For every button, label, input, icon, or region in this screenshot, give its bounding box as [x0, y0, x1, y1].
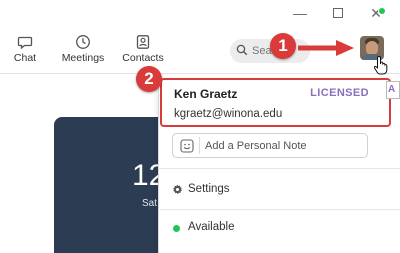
user-name: Ken Graetz [174, 87, 238, 101]
menu-divider-2 [158, 209, 400, 210]
status-label: Available [188, 221, 235, 233]
callout-arrow-icon [298, 40, 354, 56]
available-status-icon [173, 225, 180, 232]
presence-status-dot [378, 7, 386, 15]
meetings-tab[interactable]: Meetings [55, 34, 111, 64]
gear-icon [173, 184, 182, 195]
personal-note-field[interactable] [172, 133, 368, 158]
avatar-face [366, 41, 378, 55]
meetings-label: Meetings [61, 52, 105, 64]
search-icon [236, 44, 248, 56]
contacts-icon [136, 35, 150, 49]
license-badge: LICENSED [310, 87, 369, 99]
minimize-button[interactable]: — [290, 4, 310, 22]
emoji-icon[interactable] [180, 139, 194, 153]
settings-label: Settings [188, 183, 230, 195]
settings-menu-item[interactable]: Settings [158, 176, 400, 204]
window-titlebar: — ✕ [0, 0, 400, 28]
status-menu-item[interactable]: Available [158, 214, 400, 242]
callout-step-1: 1 [270, 33, 296, 59]
home-clock-card: 12 Sat [54, 117, 164, 253]
personal-note-input[interactable] [205, 138, 360, 154]
chat-icon [17, 36, 33, 50]
callout-step-2: 2 [136, 66, 162, 92]
clock-icon [76, 35, 90, 49]
menu-divider [158, 168, 400, 169]
edge-tab: A [386, 81, 400, 99]
chat-tab[interactable]: Chat [0, 34, 53, 64]
maximize-icon [333, 8, 343, 18]
contacts-label: Contacts [122, 52, 164, 64]
maximize-button[interactable] [328, 4, 348, 22]
note-field-separator [199, 137, 200, 154]
user-email: kgraetz@winona.edu [174, 108, 283, 120]
user-info-box: Ken Graetz LICENSED kgraetz@winona.edu [160, 78, 391, 127]
contacts-tab[interactable]: Contacts [115, 34, 171, 64]
chat-label: Chat [13, 52, 37, 64]
clock-date: Sat [142, 198, 158, 209]
hand-cursor-icon [374, 55, 388, 75]
